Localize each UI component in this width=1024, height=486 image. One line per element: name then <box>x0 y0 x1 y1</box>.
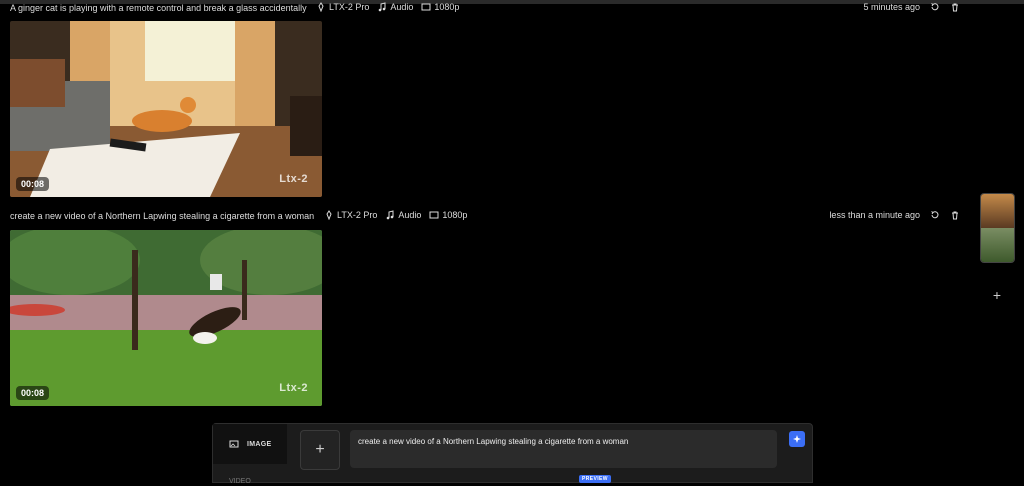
history-thumb-2[interactable] <box>981 228 1014 262</box>
generation-header-1: A ginger cat is playing with a remote co… <box>10 1 960 17</box>
brand-watermark: Ltx-2 <box>279 382 308 394</box>
resolution-icon <box>421 2 431 12</box>
generation-meta: LTX-2 Pro Audio 1080p <box>324 210 467 220</box>
audio-note-icon <box>377 2 387 12</box>
tab-image[interactable]: IMAGE <box>213 424 287 464</box>
audio-tag: Audio <box>377 2 413 12</box>
audio-tag: Audio <box>385 210 421 220</box>
model-tag: LTX-2 Pro <box>324 210 377 220</box>
add-icon[interactable]: + <box>990 288 1004 302</box>
retry-icon[interactable] <box>930 210 940 220</box>
retry-icon[interactable] <box>930 2 940 12</box>
history-thumb-1[interactable] <box>981 194 1014 228</box>
generation-meta: LTX-2 Pro Audio 1080p <box>316 2 459 12</box>
plus-icon: + <box>315 441 325 458</box>
video-player[interactable]: 00:08 Ltx-2 <box>10 230 322 406</box>
sparkle-icon <box>792 434 802 444</box>
brand-watermark: Ltx-2 <box>279 173 308 185</box>
tab-image-label: IMAGE <box>247 440 272 448</box>
generation-time: less than a minute ago <box>829 210 920 220</box>
generation-time: 5 minutes ago <box>863 2 920 12</box>
video-duration: 00:08 <box>16 177 50 191</box>
video-duration: 00:08 <box>16 386 50 400</box>
video-player[interactable]: 00:08 Ltx-2 <box>10 21 322 197</box>
add-media-button[interactable]: + <box>300 430 340 470</box>
video-thumbnail <box>10 21 322 197</box>
generation-actions: 5 minutes ago <box>863 2 960 12</box>
generate-button[interactable] <box>789 431 805 447</box>
generation-actions: less than a minute ago <box>829 210 960 220</box>
tab-video[interactable]: VIDEO <box>229 476 289 486</box>
generation-prompt: A ginger cat is playing with a remote co… <box>10 3 307 13</box>
history-thumbnails[interactable] <box>980 193 1015 263</box>
video-thumbnail <box>10 230 322 406</box>
image-icon <box>229 439 239 449</box>
resolution-tag: 1080p <box>421 2 459 12</box>
generation-header-2: create a new video of a Northern Lapwing… <box>10 209 960 225</box>
audio-note-icon <box>385 210 395 220</box>
trash-icon[interactable] <box>950 210 960 220</box>
model-icon <box>316 2 326 12</box>
model-icon <box>324 210 334 220</box>
prompt-composer: IMAGE VIDEO + create a new video of a No… <box>212 423 813 486</box>
generation-prompt: create a new video of a Northern Lapwing… <box>10 211 315 221</box>
preview-badge: PREVIEW <box>579 475 611 483</box>
trash-icon[interactable] <box>950 2 960 12</box>
resolution-icon <box>429 210 439 220</box>
resolution-tag: 1080p <box>429 210 467 220</box>
prompt-input[interactable]: create a new video of a Northern Lapwing… <box>350 430 777 468</box>
model-tag: LTX-2 Pro <box>316 2 369 12</box>
tab-video-label: VIDEO <box>229 477 251 485</box>
